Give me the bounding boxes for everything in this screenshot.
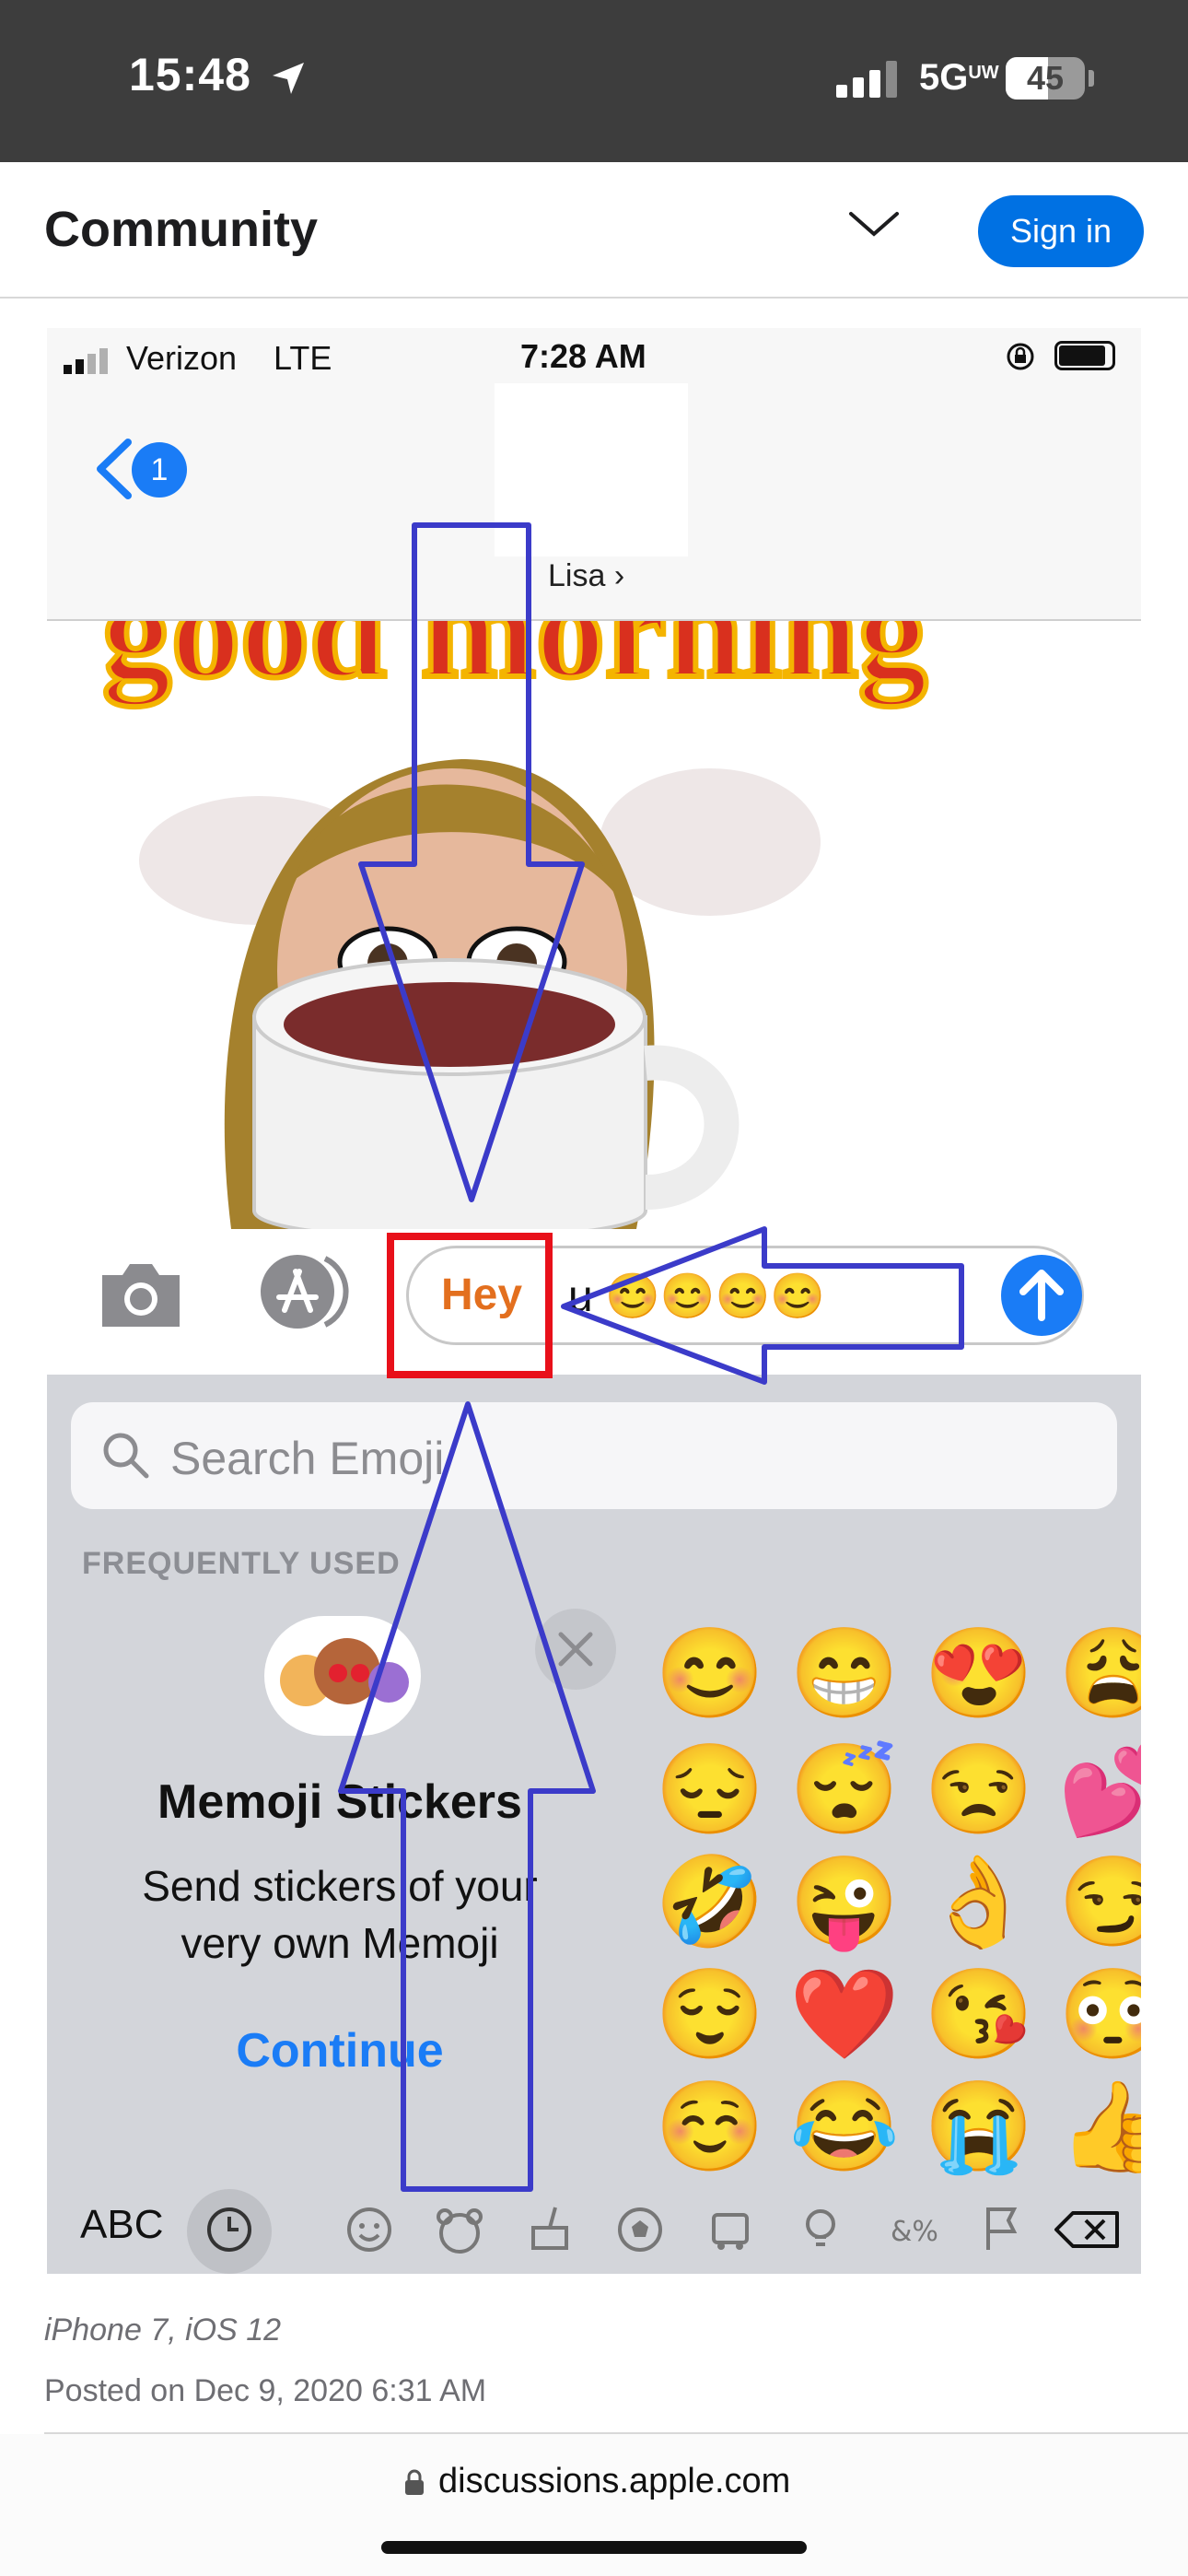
network-type: LTE: [274, 339, 332, 377]
memoji-faces-icon: [280, 1638, 409, 1706]
status-time: 15:48: [129, 49, 251, 100]
emoji-key[interactable]: ☺️: [655, 2077, 765, 2178]
food-icon[interactable]: [513, 2193, 587, 2266]
soccer-ball-icon[interactable]: [603, 2193, 677, 2266]
unread-badge[interactable]: 1: [132, 442, 187, 498]
emoji-key[interactable]: 😊: [655, 1623, 765, 1725]
battery-nub: [1089, 70, 1094, 87]
emoji-key[interactable]: 😌: [655, 1964, 765, 2066]
symbols-icon[interactable]: &%: [874, 2193, 948, 2266]
lock-icon: [405, 2469, 424, 2495]
chevron-down-icon[interactable]: [847, 208, 901, 240]
emoji-key[interactable]: 😁: [789, 1623, 900, 1725]
smiley-icon[interactable]: [332, 2193, 406, 2266]
svg-text:&%: &%: [891, 2216, 938, 2248]
contact-avatar[interactable]: [495, 383, 688, 556]
url-text[interactable]: discussions.apple.com: [438, 2462, 790, 2501]
camera-icon[interactable]: [95, 1257, 187, 1330]
emoji-key[interactable]: 😍: [924, 1623, 1034, 1725]
post-device: iPhone 7, iOS 12: [44, 2313, 282, 2348]
emoji-key[interactable]: 👌: [924, 1852, 1034, 1953]
home-indicator: [381, 2541, 807, 2554]
emoji-key[interactable]: 😴: [789, 1739, 900, 1841]
app-store-icon[interactable]: [251, 1251, 353, 1332]
memoji-sticker-image: good morning: [47, 621, 1141, 1229]
status-bar: 15:48 5GUW 45: [0, 0, 1188, 162]
memoji-coffee-sticker: good morning: [99, 621, 930, 1229]
emoji-key[interactable]: ❤️: [789, 1964, 900, 2066]
continue-button[interactable]: Continue: [47, 2023, 633, 2078]
rotation-lock-icon: [1007, 343, 1034, 370]
close-icon: [558, 1632, 593, 1667]
emoji-keyboard: Search Emoji FREQUENTLY USED Memoji Stic…: [47, 1375, 1141, 2274]
contact-name[interactable]: Lisa ›: [548, 558, 624, 594]
memoji-description: Send stickers of your very own Memoji: [142, 1862, 538, 1967]
backspace-icon[interactable]: [1045, 2193, 1128, 2266]
cellular-signal-icon: [64, 348, 108, 374]
memoji-promo-panel: Memoji Stickers Send stickers of your ve…: [47, 1590, 633, 2152]
carrier-name: Verizon: [126, 339, 238, 377]
message-input-row: Hey u 😊😊😊😊: [47, 1229, 1141, 1349]
lightbulb-icon[interactable]: [784, 2193, 857, 2266]
close-button[interactable]: [535, 1609, 616, 1690]
battery-percent: 45: [1026, 59, 1065, 97]
memoji-title: Memoji Stickers: [157, 1775, 522, 1829]
message-text-highlighted: Hey: [441, 1270, 523, 1319]
emoji-key[interactable]: 😭: [924, 2077, 1034, 2178]
network-type: 5GUW: [919, 57, 999, 98]
emoji-key[interactable]: 😒: [924, 1739, 1034, 1841]
emoji-category-bar: ABC &%: [47, 2184, 1141, 2274]
emoji-key[interactable]: 😂: [789, 2077, 900, 2178]
back-chevron-icon[interactable]: [93, 439, 134, 499]
emoji-key[interactable]: 😳: [1058, 1964, 1141, 2066]
emoji-key[interactable]: 😔: [655, 1739, 765, 1841]
embedded-status-bar: Verizon LTE 7:28 AM: [47, 328, 1141, 383]
location-arrow-icon: [273, 63, 304, 94]
emoji-key[interactable]: 👍: [1058, 2077, 1141, 2178]
emoji-key[interactable]: 😩: [1058, 1623, 1141, 1725]
community-header: Community Sign in: [0, 162, 1188, 299]
bear-icon[interactable]: [423, 2193, 496, 2266]
battery-level-fill: [1059, 345, 1105, 366]
emoji-key[interactable]: 💕: [1058, 1739, 1141, 1841]
embedded-screenshot: Verizon LTE 7:28 AM 1 Lisa › good mornin…: [47, 328, 1141, 2274]
flag-icon[interactable]: [964, 2193, 1038, 2266]
emoji-key[interactable]: 😏: [1058, 1852, 1141, 1953]
memoji-avatar: [264, 1616, 421, 1736]
safari-url-bar[interactable]: discussions.apple.com: [0, 2434, 1188, 2576]
emoji-key[interactable]: 😘: [924, 1964, 1034, 2066]
cellular-signal-icon: [836, 61, 897, 98]
arrow-up-icon: [1019, 1270, 1064, 1321]
emoji-key[interactable]: 😜: [789, 1852, 900, 1953]
sign-in-button[interactable]: Sign in: [978, 195, 1144, 267]
message-text: u 😊😊😊😊: [568, 1272, 826, 1321]
car-icon[interactable]: [693, 2193, 767, 2266]
abc-key[interactable]: ABC: [80, 2202, 163, 2248]
clock-icon[interactable]: [192, 2193, 266, 2266]
sticker-text: good morning: [102, 621, 927, 707]
page-title: Community: [44, 202, 318, 257]
emoji-key[interactable]: 🤣: [655, 1852, 765, 1953]
post-date: Posted on Dec 9, 2020 6:31 AM: [44, 2373, 487, 2408]
embedded-time: 7:28 AM: [520, 337, 646, 375]
send-button[interactable]: [1001, 1255, 1082, 1336]
emoji-search-placeholder: Search Emoji: [170, 1433, 445, 1484]
search-icon: [103, 1433, 149, 1479]
frequently-used-label: FREQUENTLY USED: [82, 1546, 401, 1581]
